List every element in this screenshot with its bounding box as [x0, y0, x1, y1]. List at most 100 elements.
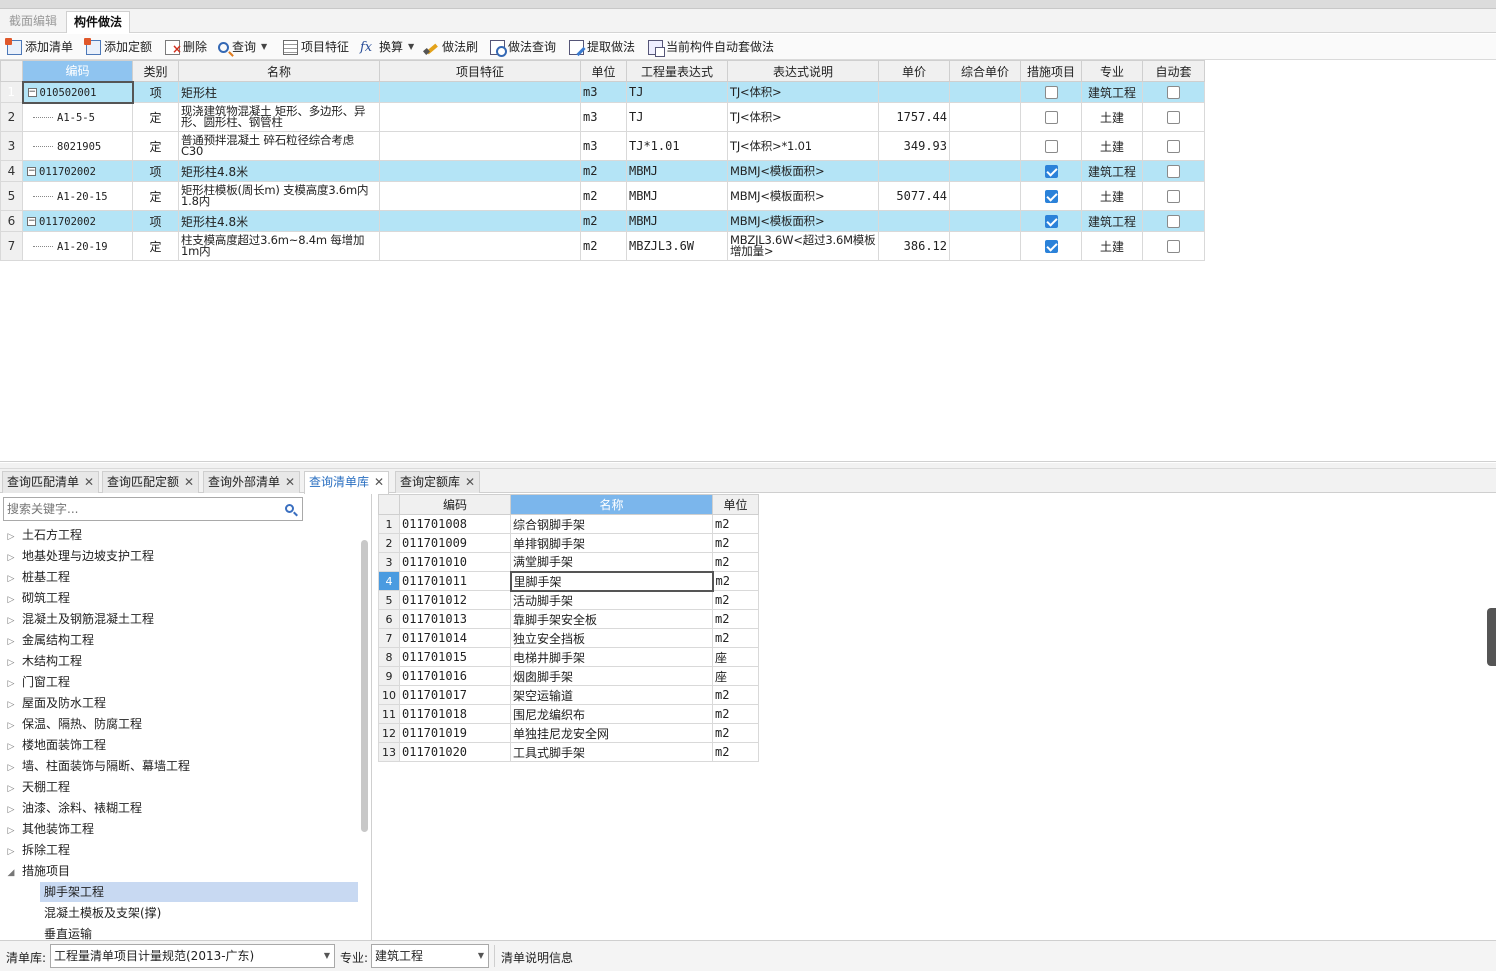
type-cell[interactable]: 定 — [132, 231, 179, 261]
tree-node[interactable]: ▷ 保温、隔热、防腐工程 — [0, 714, 142, 734]
collapsed-arrow-icon[interactable]: ▷ — [0, 821, 22, 841]
tree-node[interactable]: ▷ 油漆、涂料、裱糊工程 — [0, 798, 142, 818]
row-number[interactable]: 7 — [0, 231, 23, 261]
auto-cell[interactable] — [1142, 81, 1205, 103]
tab-quota-library[interactable]: 查询定额库 ✕ — [395, 471, 481, 493]
expanded-arrow-icon[interactable]: ◢ — [0, 863, 22, 883]
unit-cell[interactable]: m3 — [580, 102, 627, 132]
list-row-number[interactable]: 12 — [378, 723, 400, 743]
list-row[interactable]: 5 011701012 活动脚手架 m2 — [378, 590, 759, 610]
list-row[interactable]: 10 011701017 架空运输道 m2 — [378, 685, 759, 705]
collapsed-arrow-icon[interactable]: ▷ — [0, 569, 22, 589]
feature-cell[interactable] — [379, 181, 581, 211]
list-unit-cell[interactable]: 座 — [712, 666, 759, 686]
expr-desc-cell[interactable]: MBMJ<模板面积> — [727, 210, 879, 232]
list-row[interactable]: 7 011701014 独立安全挡板 m2 — [378, 628, 759, 648]
auto-checkbox[interactable] — [1167, 215, 1180, 228]
auto-cell[interactable] — [1142, 181, 1205, 211]
list-row[interactable]: 13 011701020 工具式脚手架 m2 — [378, 742, 759, 762]
tree-node[interactable]: ▷ 楼地面装饰工程 — [0, 735, 106, 755]
expr-cell[interactable]: MBMJ — [626, 210, 728, 232]
collapsed-arrow-icon[interactable]: ▷ — [0, 800, 22, 820]
close-icon[interactable]: ✕ — [84, 472, 94, 493]
collapsed-arrow-icon[interactable]: ▷ — [0, 842, 22, 862]
expr-cell[interactable]: TJ — [626, 81, 728, 103]
tree-node[interactable]: ▷ 木结构工程 — [0, 651, 82, 671]
list-code-cell[interactable]: 011701018 — [399, 704, 511, 724]
list-header-name[interactable]: 名称 — [510, 494, 713, 515]
code-cell[interactable]: −011702002 — [22, 160, 133, 182]
expr-desc-cell[interactable]: TJ<体积> — [727, 81, 879, 103]
list-unit-cell[interactable]: m2 — [712, 723, 759, 743]
unit-cell[interactable]: m3 — [580, 131, 627, 161]
list-name-cell[interactable]: 独立安全挡板 — [510, 628, 713, 648]
collapsed-arrow-icon[interactable]: ▷ — [0, 632, 22, 652]
auto-checkbox[interactable] — [1167, 140, 1180, 153]
list-name-cell[interactable]: 综合钢脚手架 — [510, 514, 713, 534]
tree-node[interactable]: ◢ 措施项目 — [0, 861, 70, 881]
list-row-number[interactable]: 11 — [378, 704, 400, 724]
list-row-number[interactable]: 1 — [378, 514, 400, 534]
price-cell[interactable]: 5077.44 — [878, 181, 950, 211]
collapsed-arrow-icon[interactable]: ▷ — [0, 611, 22, 631]
collapsed-arrow-icon[interactable]: ▷ — [0, 758, 22, 778]
list-unit-cell[interactable]: 座 — [712, 647, 759, 667]
expr-desc-cell[interactable]: MBMJ<模板面积> — [727, 181, 879, 211]
list-unit-cell[interactable]: m2 — [712, 514, 759, 534]
method-brush-button[interactable]: 做法刷 — [424, 37, 478, 57]
type-cell[interactable]: 项 — [132, 210, 179, 232]
discipline-cell[interactable]: 建筑工程 — [1081, 81, 1143, 103]
query-button[interactable]: 查询 ▼ — [218, 37, 267, 57]
unit-cell[interactable]: m2 — [580, 160, 627, 182]
tree-node[interactable]: ▷ 金属结构工程 — [0, 630, 94, 650]
tree-child-node[interactable]: 混凝土模板及支架(撑) — [40, 903, 358, 923]
library-select[interactable]: 工程量清单项目计量规范(2013-广东) ▼ — [50, 944, 335, 968]
list-row-number[interactable]: 4 — [378, 571, 400, 591]
list-code-cell[interactable]: 011701012 — [399, 590, 511, 610]
price-cell[interactable]: 349.93 — [878, 131, 950, 161]
measure-cell[interactable] — [1020, 210, 1082, 232]
feature-cell[interactable] — [379, 210, 581, 232]
list-code-cell[interactable]: 011701008 — [399, 514, 511, 534]
list-row[interactable]: 2 011701009 单排钢脚手架 m2 — [378, 533, 759, 553]
name-cell[interactable]: 柱支模高度超过3.6m~8.4m 每增加1m内 — [178, 231, 380, 261]
type-cell[interactable]: 项 — [132, 160, 179, 182]
list-name-cell[interactable]: 烟囱脚手架 — [510, 666, 713, 686]
auto-cell[interactable] — [1142, 231, 1205, 261]
tree-node[interactable]: ▷ 桩基工程 — [0, 567, 70, 587]
list-code-cell[interactable]: 011701014 — [399, 628, 511, 648]
row-number[interactable]: 2 — [0, 102, 23, 132]
measure-checkbox[interactable] — [1044, 111, 1058, 124]
code-cell[interactable]: −010502001 — [21, 80, 134, 104]
auto-cell[interactable] — [1142, 102, 1205, 132]
total-price-cell[interactable] — [949, 231, 1021, 261]
unit-cell[interactable]: m3 — [580, 81, 627, 103]
measure-checkbox[interactable] — [1044, 215, 1058, 228]
discipline-cell[interactable]: 建筑工程 — [1081, 160, 1143, 182]
row-number[interactable]: 3 — [0, 131, 23, 161]
header-total-price[interactable]: 综合单价 — [949, 60, 1021, 82]
tab-list-library[interactable]: 查询清单库 ✕ — [304, 471, 390, 494]
add-list-button[interactable]: 添加清单 — [5, 37, 73, 57]
collapsed-arrow-icon[interactable]: ▷ — [0, 590, 22, 610]
header-expr-desc[interactable]: 表达式说明 — [727, 60, 879, 82]
expr-desc-cell[interactable]: MBZJL3.6W<超过3.6M模板增加量> — [727, 231, 879, 261]
measure-checkbox[interactable] — [1044, 165, 1058, 178]
type-cell[interactable]: 定 — [132, 181, 179, 211]
name-cell[interactable]: 矩形柱4.8米 — [178, 160, 380, 182]
list-row-number[interactable]: 8 — [378, 647, 400, 667]
table-row[interactable]: 6−011702002 项矩形柱4.8米 m2 MBMJ MBMJ<模板面积> 建筑工程 — [0, 210, 1205, 232]
measure-checkbox[interactable] — [1044, 240, 1058, 253]
list-code-cell[interactable]: 011701015 — [399, 647, 511, 667]
list-name-cell[interactable]: 电梯井脚手架 — [510, 647, 713, 667]
collapsed-arrow-icon[interactable]: ▷ — [0, 674, 22, 694]
name-cell[interactable]: 现浇建筑物混凝土 矩形、多边形、异形、圆形柱、钢管柱 — [178, 102, 380, 132]
unit-cell[interactable]: m2 — [580, 231, 627, 261]
type-cell[interactable]: 定 — [132, 102, 179, 132]
collapsed-arrow-icon[interactable]: ▷ — [0, 548, 22, 568]
expr-cell[interactable]: TJ — [626, 102, 728, 132]
list-code-cell[interactable]: 011701016 — [399, 666, 511, 686]
code-cell[interactable]: A1-20-15 — [22, 181, 133, 211]
delete-button[interactable]: 删除 — [165, 37, 207, 59]
collapse-icon[interactable]: − — [27, 217, 36, 226]
